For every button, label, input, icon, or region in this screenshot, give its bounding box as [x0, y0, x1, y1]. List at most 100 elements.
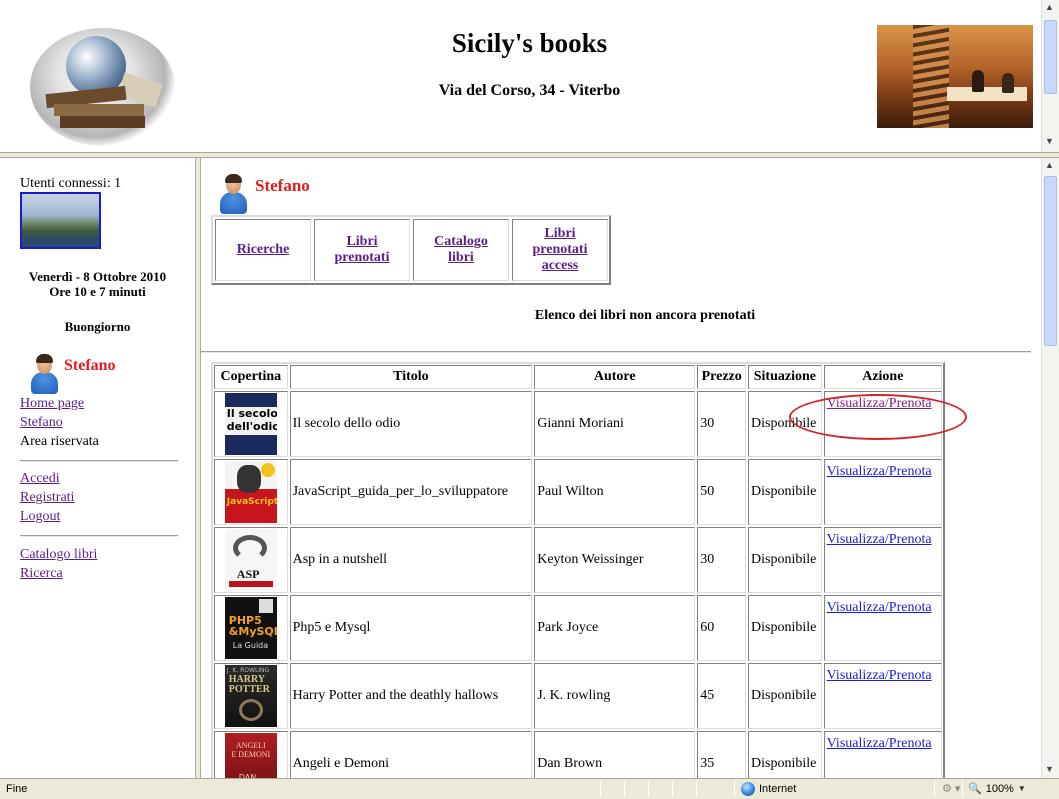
- cover-cell: JavaScript: [214, 459, 288, 525]
- book-author: Paul Wilton: [534, 459, 696, 525]
- user-avatar-icon: [28, 354, 60, 394]
- cover-title-band: JavaScript: [226, 497, 277, 507]
- cover-title-band: ASP: [236, 567, 260, 581]
- book-cover-image[interactable]: ASP: [224, 529, 277, 591]
- table-row: PHP5 &MySQL La Guida Php5 e Mysql Park Jo…: [213, 594, 943, 662]
- cover-title-band: Il secolo dell'odio: [224, 407, 277, 435]
- book-author: Dan Brown: [534, 731, 696, 778]
- menu-reserved-access-link[interactable]: Libri prenotati access: [525, 226, 595, 274]
- header-scrollbar[interactable]: ▲ ▼: [1041, 0, 1059, 152]
- menu-ricerche-link[interactable]: Ricerche: [237, 242, 290, 258]
- column-header: Copertina: [214, 365, 288, 389]
- cover-title-band: HARRY POTTER: [228, 674, 270, 695]
- book-title: Harry Potter and the deathly hallows: [289, 663, 533, 729]
- book-author: J. K. rowling: [534, 663, 696, 729]
- internet-globe-icon: [741, 782, 755, 796]
- nav-register-link[interactable]: Registrati: [20, 490, 74, 506]
- sidebar-username: Stefano: [64, 357, 116, 374]
- table-row: Il secolo dell'odio Il secolo dello odio …: [213, 390, 943, 458]
- scroll-up-icon[interactable]: ▲: [1045, 2, 1054, 12]
- zone-label: Internet: [759, 783, 797, 795]
- table-header-row: Copertina Titolo Autore Prezzo Situazion…: [213, 364, 943, 390]
- main-scrollbar[interactable]: ▲ ▼: [1041, 158, 1059, 778]
- book-cover-image[interactable]: Il secolo dell'odio: [224, 393, 277, 455]
- nav-home-link[interactable]: Home page: [20, 396, 84, 412]
- cover-title-band: ANGELI E DEMONI: [231, 741, 271, 759]
- status-text: Fine: [6, 783, 28, 795]
- nav-login-link[interactable]: Accedi: [20, 471, 60, 487]
- cover-cell: ASP: [214, 527, 288, 593]
- status-separator: [624, 781, 625, 797]
- action-cell: Visualizza/Prenota: [823, 595, 942, 661]
- nav-user-link[interactable]: Stefano: [20, 415, 63, 431]
- zoom-control[interactable]: 🔍 100% ▼: [968, 782, 1026, 796]
- book-cover-image[interactable]: PHP5 &MySQL La Guida: [224, 597, 277, 659]
- sidebar-divider: [20, 535, 178, 537]
- book-author: Keyton Weissinger: [534, 527, 696, 593]
- view-reserve-link[interactable]: Visualizza/Prenota: [827, 736, 932, 752]
- book-status: Disponibile: [748, 459, 822, 525]
- status-separator: [934, 781, 935, 797]
- book-price: 45: [697, 663, 747, 729]
- cover-emblem: [238, 699, 263, 721]
- zoom-icon: 🔍: [968, 783, 982, 795]
- scroll-down-icon[interactable]: ▼: [1045, 136, 1054, 146]
- nav-logout-link[interactable]: Logout: [20, 509, 60, 525]
- book-title: Il secolo dello odio: [289, 391, 533, 457]
- nav-reserved-area: Area riservata: [20, 434, 99, 449]
- books-list-heading: Elenco dei libri non ancora prenotati: [534, 308, 756, 323]
- view-reserve-link[interactable]: Visualizza/Prenota: [827, 532, 932, 548]
- security-zone: Internet: [741, 782, 796, 796]
- book-cover-image[interactable]: J. K. ROWLING HARRY POTTER: [224, 665, 277, 727]
- book-cover-image[interactable]: ANGELI E DEMONI DAN: [224, 733, 277, 778]
- nav-search-link[interactable]: Ricerca: [20, 566, 63, 582]
- avatar-body: [220, 192, 247, 214]
- book-graphic: [54, 104, 144, 116]
- view-reserve-link[interactable]: Visualizza/Prenota: [827, 396, 932, 412]
- book-title: JavaScript_guida_per_lo_sviluppatore: [289, 459, 533, 525]
- main-frame: Stefano Ricerche Libri prenotati Catalog…: [201, 158, 1041, 778]
- greeting-text: Buongiorno: [64, 319, 131, 334]
- header-frame: Sicily's books Via del Corso, 34 - Viter…: [0, 0, 1059, 152]
- view-reserve-link[interactable]: Visualizza/Prenota: [827, 668, 932, 684]
- scroll-down-icon[interactable]: ▼: [1045, 764, 1054, 774]
- cover-author: J. K. ROWLING: [226, 667, 270, 674]
- main-username: Stefano: [255, 176, 310, 195]
- book-cover-image[interactable]: JavaScript: [224, 461, 277, 523]
- book-price: 60: [697, 595, 747, 661]
- column-header: Autore: [534, 365, 696, 389]
- book-author: Gianni Moriani: [534, 391, 696, 457]
- protected-mode-icon[interactable]: ⚙ ▾: [942, 782, 960, 795]
- menu-cell: Ricerche: [215, 219, 311, 281]
- cover-cell: J. K. ROWLING HARRY POTTER: [214, 663, 288, 729]
- zoom-level: 100%: [985, 782, 1014, 795]
- cover-logo: [258, 599, 273, 613]
- view-reserve-link[interactable]: Visualizza/Prenota: [827, 600, 932, 616]
- scroll-thumb[interactable]: [1044, 176, 1057, 346]
- sidebar-photo-link[interactable]: [20, 192, 101, 249]
- menu-reserved-books-link[interactable]: Libri prenotati: [327, 234, 397, 266]
- status-separator: [734, 781, 735, 797]
- library-photo: [877, 25, 1033, 128]
- users-online-text: Utenti connessi: 1: [20, 176, 122, 191]
- scroll-up-icon[interactable]: ▲: [1045, 160, 1054, 170]
- nav-catalog-link[interactable]: Catalogo libri: [20, 547, 97, 563]
- cover-red-band: [228, 581, 273, 587]
- column-header: Azione: [823, 365, 942, 389]
- view-reserve-link[interactable]: Visualizza/Prenota: [827, 464, 932, 480]
- chevron-down-icon[interactable]: ▼: [1018, 784, 1026, 793]
- user-avatar-icon: [217, 174, 249, 214]
- snake-illustration: [232, 535, 267, 561]
- table-row: ANGELI E DEMONI DAN Angeli e Demoni Dan B…: [213, 730, 943, 778]
- avatar-hair: [225, 174, 242, 183]
- scroll-thumb[interactable]: [1044, 20, 1057, 94]
- book-title: Asp in a nutshell: [289, 527, 533, 593]
- book-title: Angeli e Demoni: [289, 731, 533, 778]
- cover-title-band: PHP5 &MySQL: [228, 614, 277, 638]
- table-row: ASP Asp in a nutshell Keyton Weissinger …: [213, 526, 943, 594]
- staircase-graphic: [913, 25, 949, 128]
- book-status: Disponibile: [748, 595, 822, 661]
- menu-catalog-link[interactable]: Catalogo libri: [429, 234, 493, 266]
- action-cell: Visualizza/Prenota: [823, 527, 942, 593]
- author-portrait: [236, 465, 261, 493]
